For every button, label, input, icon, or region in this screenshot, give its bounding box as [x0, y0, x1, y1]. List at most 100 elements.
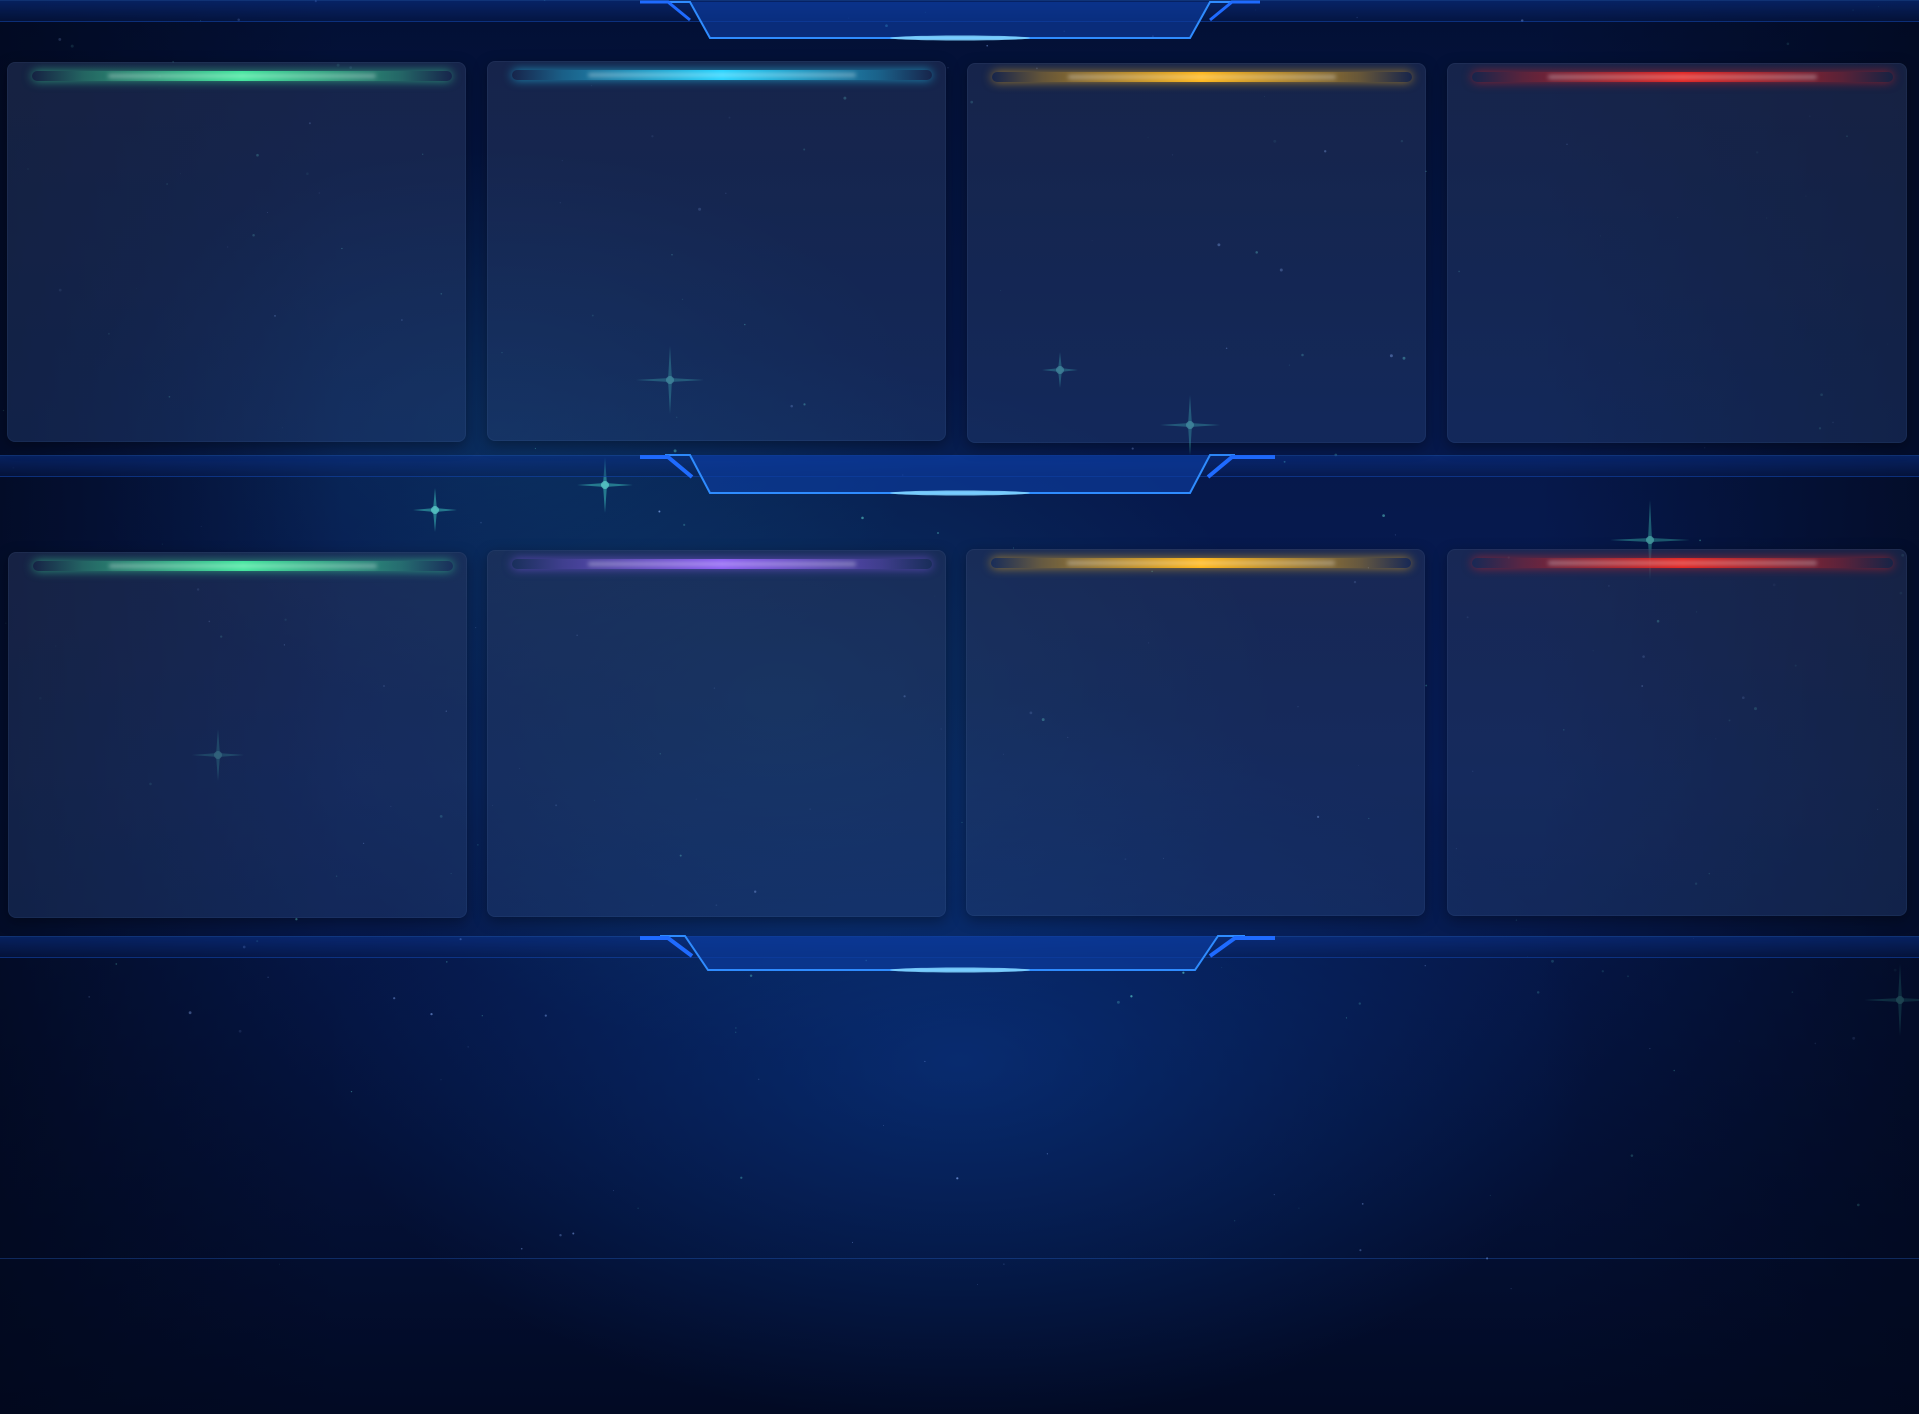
star-dot	[1046, 1153, 1048, 1155]
panel-content	[1471, 127, 1883, 419]
star-dot	[1856, 1203, 1860, 1207]
star-dot	[883, 1124, 885, 1126]
star-dot	[70, 44, 74, 48]
panel-content	[990, 613, 1401, 892]
star-dot	[658, 510, 661, 513]
footer-separator-line	[0, 1258, 1919, 1259]
star-dot	[1382, 514, 1385, 517]
star-dot	[735, 1027, 737, 1029]
star-dot	[1361, 1203, 1364, 1205]
star-dot	[1673, 1069, 1675, 1072]
star-dot	[683, 523, 686, 526]
star-dot	[956, 1177, 959, 1180]
bottom-divider	[0, 930, 1919, 980]
star-dot	[1515, 919, 1518, 921]
star-dot	[1489, 1194, 1491, 1196]
star-dot	[1425, 684, 1428, 687]
star-dot	[480, 521, 482, 524]
star-dot	[740, 1176, 743, 1179]
panel-card	[967, 63, 1426, 443]
star-dot	[88, 996, 91, 998]
panel-accent-bar	[1472, 72, 1893, 82]
panel-content	[991, 127, 1402, 419]
panel-accent-bar	[992, 72, 1412, 82]
star-dot	[475, 627, 477, 629]
star-dot	[612, 1190, 615, 1192]
panel-accent-bar	[32, 71, 452, 81]
panel-card	[1447, 549, 1907, 916]
dashboard-canvas	[0, 0, 1919, 1414]
star-dot	[977, 1283, 978, 1285]
star-dot	[238, 1029, 242, 1033]
star-dot	[481, 1015, 483, 1017]
star-dot	[1536, 991, 1540, 994]
star-dot	[1704, 447, 1706, 449]
panel-card	[487, 61, 946, 441]
star-dot	[1358, 1002, 1361, 1005]
star-dot	[1116, 1000, 1120, 1004]
star-dot	[1130, 995, 1133, 998]
star-dot	[1852, 1036, 1856, 1040]
star-dot	[1131, 447, 1134, 450]
panel-accent-bar	[512, 559, 932, 569]
panel-content	[1471, 613, 1883, 892]
panel-accent-bar	[1472, 558, 1893, 568]
star-dot	[1298, 1207, 1300, 1209]
star-dot	[5, 622, 7, 625]
star-dot	[1630, 1154, 1634, 1157]
star-dot	[430, 1012, 433, 1016]
panel-accent-bar	[33, 561, 453, 571]
star-dot	[961, 821, 963, 823]
divider-tab-ornament	[640, 0, 1260, 41]
star-dot	[861, 516, 864, 520]
panel-content	[511, 614, 922, 893]
star-dot	[279, 1263, 280, 1265]
star-dot	[572, 1232, 575, 1235]
star-dot	[1003, 1263, 1005, 1265]
star-dot	[851, 1241, 854, 1243]
star-dot	[1699, 539, 1701, 542]
star-dot	[295, 918, 298, 921]
star-dot	[1273, 1194, 1275, 1196]
star-dot	[1791, 991, 1794, 993]
star-dot	[393, 997, 396, 1000]
panel-card	[8, 552, 467, 918]
star-dot	[534, 447, 536, 450]
panel-accent-bar	[991, 558, 1411, 568]
star-dot	[440, 1079, 442, 1081]
star-dot	[559, 1233, 562, 1237]
star-dot	[467, 1046, 469, 1048]
star-dot	[1394, 534, 1396, 536]
panel-card	[487, 550, 946, 917]
star-dot	[477, 844, 479, 846]
star-dot	[637, 1207, 639, 1209]
panel-content	[32, 616, 443, 894]
star-dot	[947, 67, 949, 69]
star-dot	[735, 1031, 737, 1033]
panel-card	[966, 549, 1425, 916]
star-dot	[1510, 1288, 1512, 1290]
star-dot	[1234, 1220, 1236, 1222]
star-dot	[350, 1090, 353, 1093]
star-dot	[200, 525, 202, 527]
star-dot	[1345, 1017, 1347, 1019]
star-dot	[188, 1011, 192, 1015]
panel-content	[31, 126, 442, 418]
top-header-divider	[0, 0, 1919, 41]
panel-accent-bar	[512, 70, 932, 80]
star-dot	[544, 1014, 547, 1017]
divider-tab-ornament	[640, 935, 1275, 973]
star-dot	[161, 543, 163, 545]
star-dot	[2, 409, 5, 412]
divider-tab-ornament	[640, 454, 1275, 496]
star-dot	[937, 532, 939, 534]
panel-card	[1447, 63, 1907, 443]
star-dot	[1649, 1048, 1651, 1050]
panel-content	[511, 125, 922, 417]
panel-card	[7, 62, 466, 442]
star-dot	[1814, 1042, 1817, 1045]
star-dot	[520, 1247, 523, 1250]
star-dot	[758, 1078, 760, 1080]
star-dot	[1738, 1040, 1740, 1042]
star-dot	[986, 44, 988, 47]
